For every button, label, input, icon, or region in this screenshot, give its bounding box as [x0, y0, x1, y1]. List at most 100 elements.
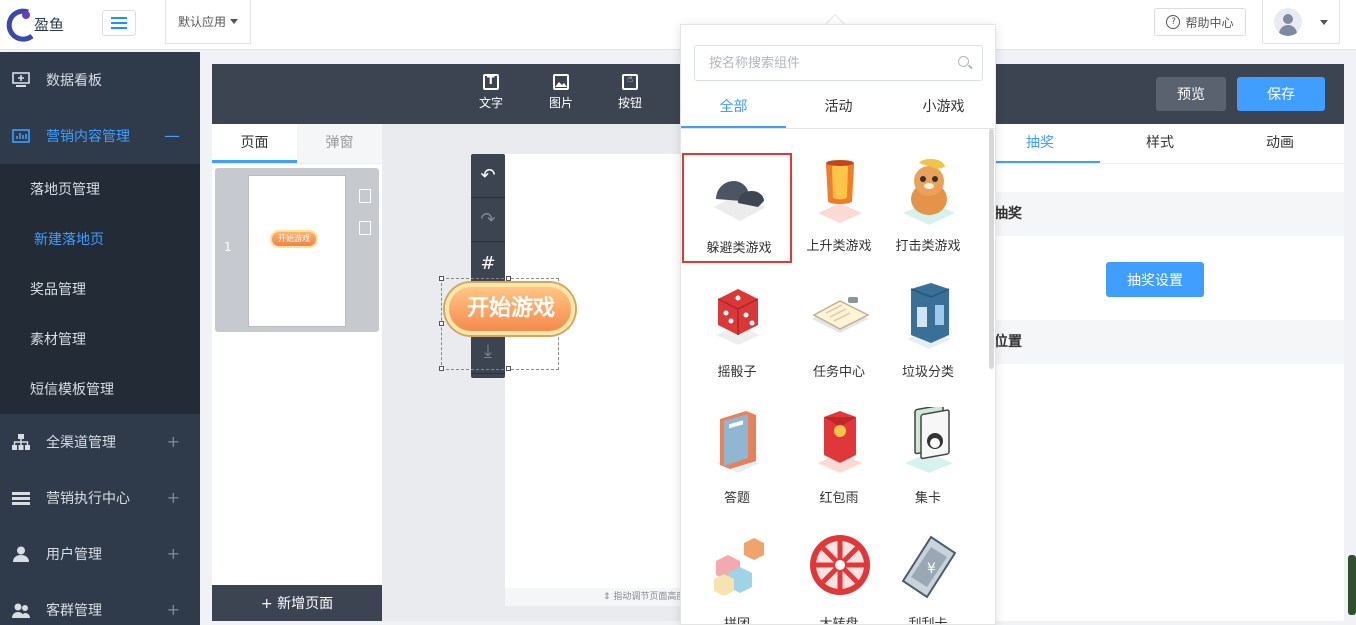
image-tool-label: 图片 [548, 96, 573, 110]
thumbnail-start-button: 开始游戏 [270, 230, 318, 248]
sidebar-item-label: 营销内容管理 [46, 129, 130, 145]
pages-tabs: 页面 弹窗 [212, 124, 382, 164]
component-dice[interactable]: 摇骰子 [682, 279, 792, 389]
tab-mini-games[interactable]: 小游戏 [891, 87, 995, 128]
sidebar-subitem-landing-pages[interactable]: 落地页管理 [0, 164, 200, 214]
sidebar-item-omnichannel[interactable]: 全渠道管理 + [0, 414, 200, 470]
expand-icon[interactable]: + [167, 600, 180, 619]
scrollbar[interactable] [989, 129, 994, 369]
dice-icon [716, 289, 760, 345]
sidebar-subitem-sms-templates[interactable]: 短信模板管理 [0, 364, 200, 414]
sidebar-item-label: 用户管理 [46, 547, 102, 563]
expand-icon[interactable]: + [167, 432, 180, 451]
rocks-icon [714, 181, 766, 221]
resize-handle[interactable] [439, 366, 444, 371]
undo-icon[interactable]: ↶ [471, 154, 505, 198]
clipboard-icon [812, 297, 870, 333]
tab-animation[interactable]: 动画 [1220, 124, 1340, 163]
sidebar: 数据看板 营销内容管理 — 落地页管理 新建落地页 奖品管理 素材管理 短信模板… [0, 52, 200, 625]
resize-height-hint[interactable]: ⇕ 指动调节页面高度 [505, 588, 682, 606]
lantern-icon [818, 160, 862, 223]
tab-activities[interactable]: 活动 [786, 87, 891, 128]
delete-icon[interactable] [359, 189, 371, 203]
button-tool[interactable]: ☝ 按钮 [605, 74, 655, 111]
sidebar-item-marketing-execution[interactable]: 营销执行中心 + [0, 470, 200, 526]
component-label: 垃圾分类 [901, 365, 954, 380]
chevron-down-icon [230, 19, 238, 24]
copy-icon[interactable] [359, 221, 371, 235]
mole-icon [903, 158, 955, 225]
component-label: 刮刮卡 [908, 617, 948, 625]
menu-toggle-button[interactable] [102, 10, 136, 36]
component-label: 集卡 [914, 491, 941, 506]
submenu: 落地页管理 新建落地页 奖品管理 素材管理 短信模板管理 [0, 164, 200, 414]
group-icon [12, 603, 30, 618]
sidebar-item-segments[interactable]: 客群管理 + [0, 582, 200, 625]
svg-text:¥: ¥ [927, 561, 936, 577]
scratch-card-icon: ¥ [901, 535, 957, 599]
component-hit-game[interactable]: 打击类游戏 [873, 153, 983, 263]
expand-icon[interactable]: + [167, 488, 180, 507]
text-tool[interactable]: T 文字 [466, 74, 516, 111]
help-center-button[interactable]: ? 帮助中心 [1154, 8, 1246, 36]
component-tabs: 全部 活动 小游戏 [681, 87, 995, 129]
tab-style[interactable]: 样式 [1100, 124, 1220, 163]
resize-handle[interactable] [506, 276, 511, 281]
selected-element[interactable]: 开始游戏 [439, 276, 575, 371]
bar-chart-icon [12, 129, 30, 143]
redo-icon[interactable]: ↷ [471, 198, 505, 242]
image-tool[interactable]: 图片 [536, 74, 586, 111]
sidebar-subitem-new-landing-page[interactable]: 新建落地页 [0, 214, 200, 264]
resize-handle[interactable] [439, 276, 444, 281]
trash-bin-icon [907, 283, 951, 349]
expand-icon[interactable]: + [167, 544, 180, 563]
collapse-icon[interactable]: — [164, 126, 180, 145]
component-dodge-game[interactable]: 躲避类游戏 [682, 153, 792, 263]
tab-pages[interactable]: 页面 [212, 124, 297, 163]
component-collect-cards[interactable]: 集卡 [873, 405, 983, 515]
search-icon[interactable] [958, 56, 969, 67]
canvas-area: ↶ ↷ # ⤒ ⤓ 开始游戏 ⇕ 指动调节页面高度 [382, 124, 682, 621]
app-select[interactable]: 默认应用 [165, 0, 251, 44]
component-garbage-sort[interactable]: 垃圾分类 [873, 279, 983, 389]
cursor-click-icon: ☝ [622, 74, 638, 90]
component-label: 拼团 [723, 617, 750, 625]
component-picker: 全部 活动 小游戏 躲避类游戏 上升类游戏 打击类游戏 摇骰子 任务中心 垃圾分… [680, 24, 996, 625]
sidebar-item-dashboard[interactable]: 数据看板 [0, 52, 200, 108]
start-game-button[interactable]: 开始游戏 [445, 283, 575, 335]
sidebar-item-label: 营销执行中心 [46, 491, 130, 507]
preview-button[interactable]: 预览 [1156, 77, 1226, 111]
scroll-indicator [1348, 555, 1356, 615]
page-card[interactable]: 1 开始游戏 [215, 168, 379, 332]
app-select-label: 默认应用 [177, 15, 226, 29]
tab-lottery[interactable]: 抽奖 [980, 124, 1100, 163]
add-page-button[interactable]: + 新增页面 [212, 585, 382, 621]
section-lottery: 抽奖 [980, 192, 1344, 236]
save-button[interactable]: 保存 [1237, 77, 1325, 111]
sidebar-subitem-materials[interactable]: 素材管理 [0, 314, 200, 364]
sidebar-item-users[interactable]: 用户管理 + [0, 526, 200, 582]
component-scratch-card[interactable]: ¥ 刮刮卡 [873, 531, 983, 625]
resize-handle[interactable] [439, 321, 444, 326]
component-group-buy[interactable]: 拼团 [682, 531, 792, 625]
sidebar-item-label: 全渠道管理 [46, 435, 116, 451]
phone-canvas[interactable] [505, 154, 682, 589]
resize-handle[interactable] [506, 366, 511, 371]
sidebar-item-marketing-content[interactable]: 营销内容管理 — [0, 108, 200, 164]
component-label: 躲避类游戏 [706, 241, 772, 256]
tab-all[interactable]: 全部 [681, 87, 786, 128]
text-icon: T [483, 74, 499, 90]
lottery-settings-button[interactable]: 抽奖设置 [1106, 262, 1204, 297]
page-number: 1 [224, 240, 232, 254]
user-menu[interactable] [1262, 0, 1340, 44]
page-thumbnail[interactable]: 开始游戏 [248, 175, 346, 327]
pages-panel: 页面 弹窗 1 开始游戏 + 新增页面 [212, 124, 382, 621]
user-icon [13, 546, 29, 562]
tab-popups[interactable]: 弹窗 [297, 124, 382, 163]
question-icon: ? [1166, 15, 1181, 29]
component-label: 答题 [723, 491, 750, 506]
component-quiz[interactable]: 答题 [682, 405, 792, 515]
sidebar-subitem-prizes[interactable]: 奖品管理 [0, 264, 200, 314]
component-search-input[interactable] [694, 45, 983, 81]
chevron-down-icon [1320, 20, 1328, 25]
